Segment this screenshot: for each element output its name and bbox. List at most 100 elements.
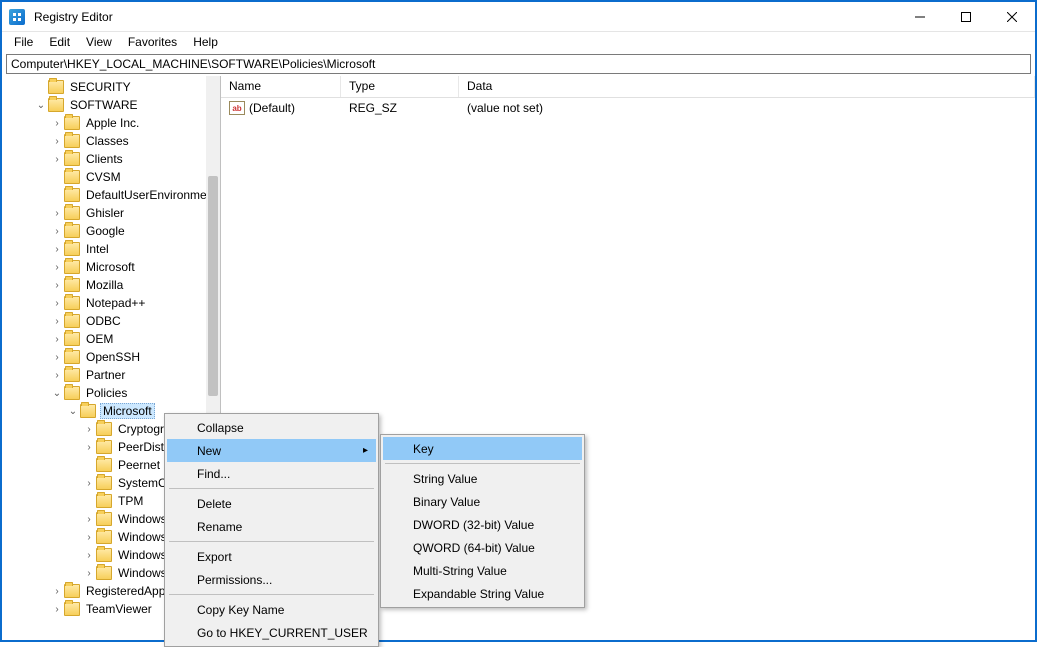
tree-node[interactable]: ›Google: [2, 222, 220, 240]
window-title: Registry Editor: [32, 10, 897, 24]
minimize-button[interactable]: [897, 2, 943, 31]
chevron-right-icon[interactable]: ›: [50, 154, 64, 165]
menu-favorites[interactable]: Favorites: [120, 33, 185, 51]
menu-item-rename[interactable]: Rename: [167, 515, 376, 538]
menu-item-delete[interactable]: Delete: [167, 492, 376, 515]
menu-item-collapse[interactable]: Collapse: [167, 416, 376, 439]
menu-item-dword-32-bit-value[interactable]: DWORD (32-bit) Value: [383, 513, 582, 536]
tree-node-label: Peernet: [118, 458, 160, 472]
tree-node[interactable]: SECURITY: [2, 78, 220, 96]
chevron-right-icon[interactable]: ›: [82, 442, 96, 453]
folder-icon: [64, 188, 80, 202]
menu-help[interactable]: Help: [185, 33, 226, 51]
menu-file[interactable]: File: [6, 33, 41, 51]
menu-item-qword-64-bit-value[interactable]: QWORD (64-bit) Value: [383, 536, 582, 559]
folder-icon: [64, 314, 80, 328]
chevron-right-icon[interactable]: ›: [82, 424, 96, 435]
tree-node[interactable]: ›Notepad++: [2, 294, 220, 312]
context-submenu-new[interactable]: Key String Value Binary Value DWORD (32-bit…: [380, 434, 585, 608]
chevron-right-icon[interactable]: ›: [50, 280, 64, 291]
tree-node[interactable]: › ODBC: [2, 312, 220, 330]
chevron-down-icon[interactable]: ⌄: [66, 406, 80, 417]
context-menu[interactable]: Collapse New ▸ Find... DeleteRename ExportPer…: [164, 413, 379, 647]
menu-item-find[interactable]: Find...: [167, 462, 376, 485]
chevron-down-icon[interactable]: ⌄: [50, 388, 64, 399]
tree-node[interactable]: ⌄SOFTWARE: [2, 96, 220, 114]
menu-item-binary-value[interactable]: Binary Value: [383, 490, 582, 513]
chevron-right-icon[interactable]: ›: [50, 262, 64, 273]
tree-node-label: Microsoft: [86, 260, 135, 274]
tree-node[interactable]: DefaultUserEnvironment: [2, 186, 220, 204]
menu-item-label: DWORD (32-bit) Value: [413, 518, 534, 532]
menu-item-label: New: [197, 444, 221, 458]
tree-node[interactable]: ›Ghisler: [2, 204, 220, 222]
folder-icon: [96, 440, 112, 454]
column-data[interactable]: Data: [459, 76, 1035, 97]
menu-item-multi-string-value[interactable]: Multi-String Value: [383, 559, 582, 582]
menu-item-permissions[interactable]: Permissions...: [167, 568, 376, 591]
chevron-right-icon[interactable]: ›: [50, 226, 64, 237]
folder-icon: [96, 422, 112, 436]
menubar: FileEditViewFavoritesHelp: [2, 32, 1035, 52]
menu-item-label: String Value: [413, 472, 477, 486]
chevron-right-icon[interactable]: ›: [50, 118, 64, 129]
chevron-right-icon[interactable]: ›: [50, 334, 64, 345]
chevron-right-icon[interactable]: ›: [82, 478, 96, 489]
menu-item-string-value[interactable]: String Value: [383, 467, 582, 490]
menu-edit[interactable]: Edit: [41, 33, 78, 51]
tree-node-label: Policies: [86, 386, 127, 400]
address-bar[interactable]: Computer\HKEY_LOCAL_MACHINE\SOFTWARE\Pol…: [6, 54, 1031, 74]
chevron-right-icon[interactable]: ›: [82, 532, 96, 543]
list-row[interactable]: ab(Default)REG_SZ(value not set): [221, 98, 1035, 118]
menu-item-key[interactable]: Key: [383, 437, 582, 460]
menu-item-label: QWORD (64-bit) Value: [413, 541, 535, 555]
tree-node-label: ODBC: [86, 314, 121, 328]
chevron-right-icon[interactable]: ›: [50, 316, 64, 327]
column-name[interactable]: Name: [221, 76, 341, 97]
menu-item-new[interactable]: New ▸: [167, 439, 376, 462]
menu-item-label: Collapse: [197, 421, 244, 435]
folder-icon: [64, 170, 80, 184]
tree-node[interactable]: ›Mozilla: [2, 276, 220, 294]
tree-node-label: DefaultUserEnvironment: [86, 188, 217, 202]
window-controls: [897, 2, 1035, 31]
chevron-right-icon[interactable]: ›: [50, 604, 64, 615]
chevron-right-icon[interactable]: ›: [82, 550, 96, 561]
scrollbar-thumb[interactable]: [208, 176, 218, 396]
chevron-right-icon[interactable]: ›: [50, 208, 64, 219]
tree-node[interactable]: ›Apple Inc.: [2, 114, 220, 132]
tree-node[interactable]: › Microsoft: [2, 258, 220, 276]
chevron-right-icon[interactable]: ›: [50, 352, 64, 363]
chevron-right-icon[interactable]: ›: [50, 298, 64, 309]
regedit-icon: [9, 9, 25, 25]
chevron-right-icon[interactable]: ›: [82, 514, 96, 525]
menu-item-copy-key-name[interactable]: Copy Key Name: [167, 598, 376, 621]
chevron-right-icon[interactable]: ›: [50, 136, 64, 147]
menu-separator: [169, 541, 374, 542]
menu-view[interactable]: View: [78, 33, 120, 51]
list-body: ab(Default)REG_SZ(value not set): [221, 98, 1035, 118]
folder-icon: [96, 494, 112, 508]
chevron-right-icon[interactable]: ›: [50, 244, 64, 255]
folder-icon: [64, 152, 80, 166]
chevron-right-icon: ▸: [363, 445, 368, 456]
maximize-button[interactable]: [943, 2, 989, 31]
menu-item-go-to-hkey-current-user[interactable]: Go to HKEY_CURRENT_USER: [167, 621, 376, 644]
column-type[interactable]: Type: [341, 76, 459, 97]
folder-icon: [64, 296, 80, 310]
chevron-right-icon[interactable]: ›: [82, 568, 96, 579]
tree-node[interactable]: ⌄ Policies: [2, 384, 220, 402]
tree-node[interactable]: ›OpenSSH: [2, 348, 220, 366]
chevron-right-icon[interactable]: ›: [50, 586, 64, 597]
menu-item-export[interactable]: Export: [167, 545, 376, 568]
tree-node[interactable]: ›Partner: [2, 366, 220, 384]
tree-node[interactable]: ›OEM: [2, 330, 220, 348]
tree-node[interactable]: ›Clients: [2, 150, 220, 168]
tree-node[interactable]: ›Classes: [2, 132, 220, 150]
tree-node[interactable]: CVSM: [2, 168, 220, 186]
tree-node[interactable]: ›Intel: [2, 240, 220, 258]
chevron-right-icon[interactable]: ›: [50, 370, 64, 381]
menu-item-expandable-string-value[interactable]: Expandable String Value: [383, 582, 582, 605]
chevron-down-icon[interactable]: ⌄: [34, 100, 48, 111]
close-button[interactable]: [989, 2, 1035, 31]
